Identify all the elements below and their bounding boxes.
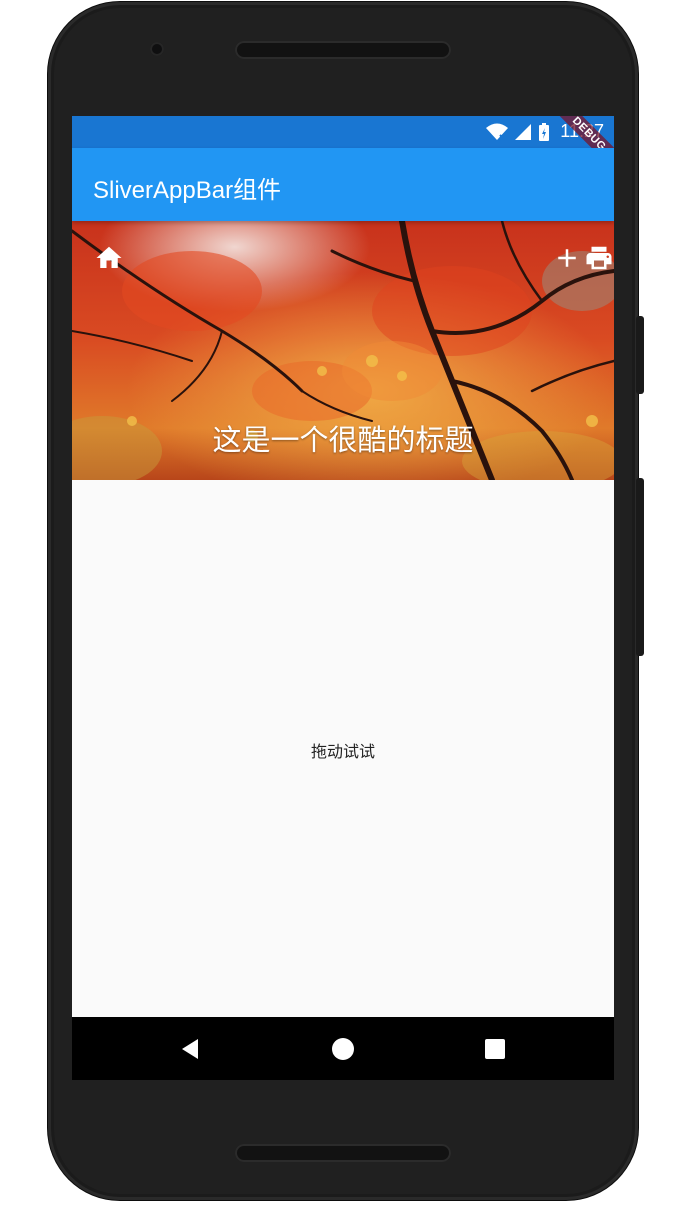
home-icon[interactable] <box>94 243 124 273</box>
print-icon[interactable] <box>584 243 614 273</box>
navigation-bar <box>72 1017 614 1080</box>
wifi-icon <box>486 123 508 141</box>
app-bar-title: SliverAppBar组件 <box>93 177 282 204</box>
app-bar: SliverAppBar组件 <box>72 148 614 221</box>
signal-icon <box>515 124 531 140</box>
home-circle-icon[interactable] <box>329 1035 357 1063</box>
power-button <box>636 316 644 394</box>
bottom-speaker <box>235 1144 451 1162</box>
add-icon[interactable] <box>552 243 582 273</box>
front-camera <box>150 42 164 56</box>
status-icons <box>486 122 550 142</box>
recents-square-icon[interactable] <box>481 1035 509 1063</box>
volume-button <box>636 478 644 656</box>
sliver-title: 这是一个很酷的标题 <box>212 423 474 457</box>
status-bar: 11:27 DEBUG <box>72 116 614 179</box>
battery-icon <box>539 123 549 141</box>
back-icon[interactable] <box>176 1035 204 1063</box>
sliver-app-bar[interactable]: 这是一个很酷的标题 <box>72 221 614 480</box>
top-speaker <box>235 41 451 59</box>
body-text: 拖动试试 <box>310 742 375 761</box>
app-screen: 11:27 DEBUG SliverAppBar组件 <box>72 116 614 1080</box>
